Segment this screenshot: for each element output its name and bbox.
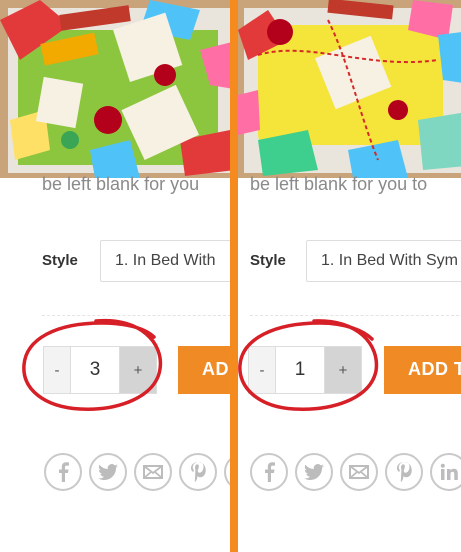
product-photo [0,0,230,178]
add-to-cart-button[interactable]: ADD [178,346,230,394]
pinterest-icon[interactable] [179,453,217,491]
product-description: be left blank for you to [250,174,428,194]
linkedin-icon[interactable] [224,453,230,491]
facebook-icon[interactable] [44,453,82,491]
facebook-icon[interactable] [250,453,288,491]
quantity-minus-button[interactable]: - [248,346,276,394]
section-divider [42,315,230,316]
quantity-stepper: - 1 + [248,346,362,394]
orange-divider [230,0,238,552]
quantity-stepper: - 3 + [43,346,157,394]
product-photo [238,0,461,178]
section-divider [250,315,461,316]
quantity-plus-button[interactable]: + [324,346,362,394]
panel-left: be left blank for you Style 1. In Bed Wi… [0,0,230,552]
style-label: Style [250,252,286,269]
quantity-minus-button[interactable]: - [43,346,71,394]
twitter-icon[interactable] [89,453,127,491]
style-select[interactable]: 1. In Bed With Sym [306,240,461,282]
share-icons [250,453,461,491]
style-select[interactable]: 1. In Bed With [100,240,230,282]
linkedin-icon[interactable] [430,453,461,491]
quantity-input[interactable]: 1 [276,346,324,394]
share-icons [44,453,230,491]
pinterest-icon[interactable] [385,453,423,491]
quantity-input[interactable]: 3 [71,346,119,394]
style-label: Style [42,252,78,269]
email-icon[interactable] [134,453,172,491]
add-to-cart-button[interactable]: ADD T [384,346,461,394]
panel-right: be left blank for you to Style 1. In Bed… [238,0,461,552]
product-description: be left blank for you [42,174,200,194]
quantity-plus-button[interactable]: + [119,346,157,394]
twitter-icon[interactable] [295,453,333,491]
email-icon[interactable] [340,453,378,491]
